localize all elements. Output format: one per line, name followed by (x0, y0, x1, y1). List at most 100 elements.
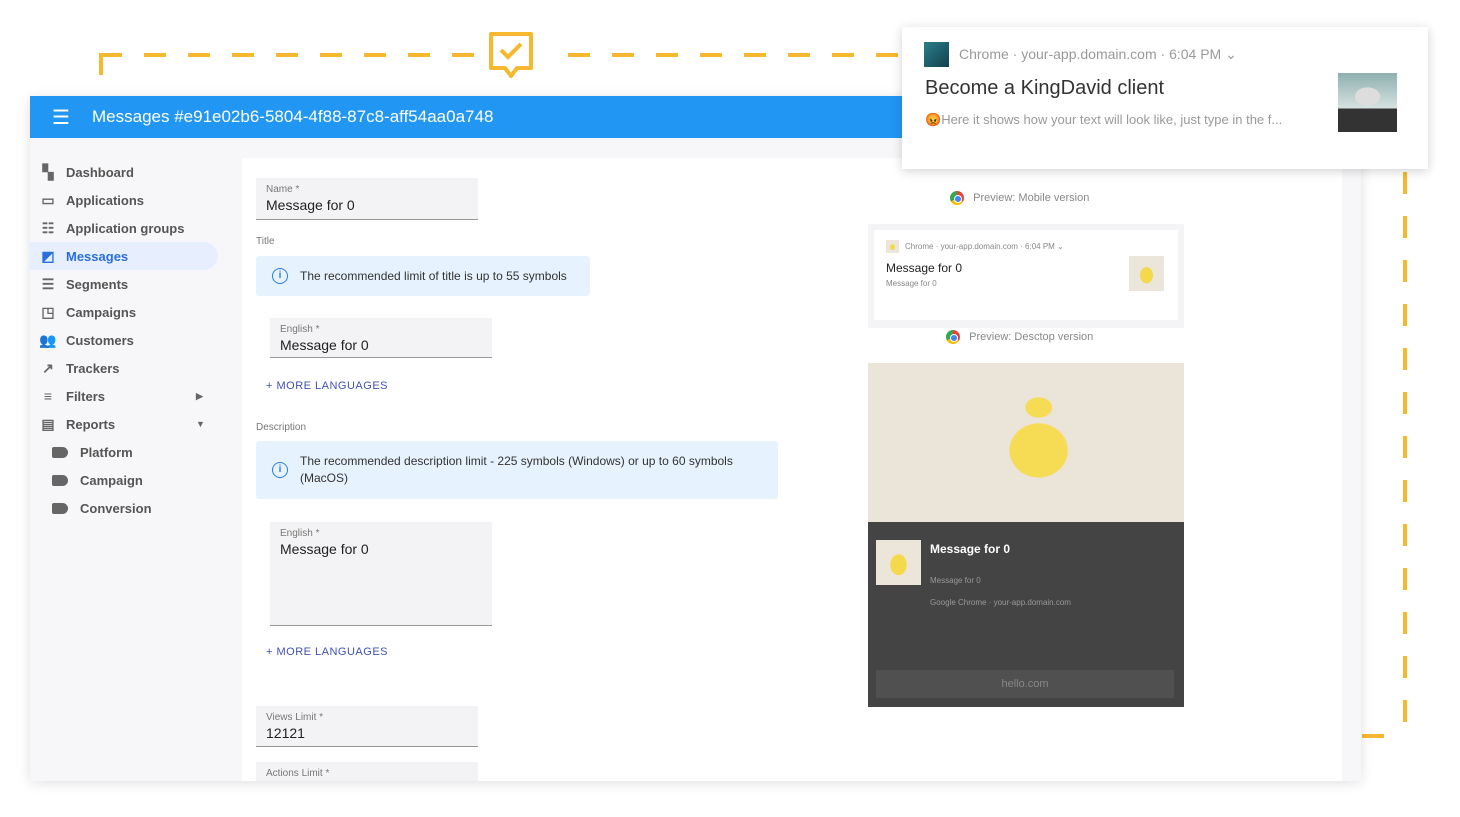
main-content: Name * Message for 0 Title i The recommend… (242, 158, 1342, 781)
clipboard-icon: ▤ (41, 416, 55, 432)
sidebar-item-conversion[interactable]: Conversion (30, 494, 242, 522)
sidebar-item-application-groups[interactable]: ☷ Application groups (30, 214, 242, 242)
sidebar-item-campaigns[interactable]: ◳ Campaigns (30, 298, 242, 326)
check-badge-icon (487, 30, 535, 82)
sidebar-item-platform[interactable]: Platform (30, 438, 242, 466)
sidebar-item-customers[interactable]: 👥 Customers (30, 326, 242, 354)
sidebar-item-label: Messages (66, 248, 129, 264)
field-label: Views Limit * (266, 712, 324, 723)
sidebar-item-applications[interactable]: ▭ Applications (30, 186, 242, 214)
description-section-label: Description (256, 422, 307, 433)
sidebar-item-label: Application groups (66, 220, 185, 236)
title-info-alert: i The recommended limit of title is up to… (256, 256, 590, 296)
desktop-preview-label: Preview: Desctop version (946, 330, 1093, 344)
field-label: Actions Limit * (266, 768, 330, 779)
field-value: Message for 0 (280, 337, 369, 353)
cast-icon: ◳ (41, 304, 55, 320)
field-value: Message for 0 (266, 197, 355, 213)
label-icon (52, 474, 68, 486)
menu-icon[interactable]: ☰ (30, 105, 92, 130)
notif-image (1338, 73, 1397, 132)
sidebar-item-label: Customers (66, 332, 134, 348)
notif-image (1129, 256, 1164, 291)
angry-emoji-icon: 😡 (925, 112, 942, 127)
notif-action-button[interactable]: hello.com (876, 670, 1174, 698)
trending-icon: ↗ (42, 360, 54, 376)
sidebar-item-dashboard[interactable]: ▚ Dashboard (30, 158, 242, 186)
monitor-icon: ▭ (41, 192, 55, 208)
info-text: The recommended description limit - 225 … (300, 454, 733, 485)
mobile-preview-label: Preview: Mobile version (950, 191, 1089, 205)
sidebar: ▚ Dashboard ▭ Applications ☷ Application gr… (30, 158, 242, 522)
message-image-icon: ◩ (41, 248, 55, 264)
page-title: Messages #e91e02b6-5804-4f88-87c8-aff54a… (92, 107, 494, 126)
label-text: Preview: Mobile version (973, 191, 1090, 204)
description-info-alert: i The recommended description limit - 225… (256, 441, 778, 499)
notif-image (876, 540, 921, 585)
notif-source: Google Chrome · your-app.domain.com (930, 598, 1071, 607)
field-value: Message for 0 (280, 541, 369, 557)
sidebar-item-campaign[interactable]: Campaign (30, 466, 242, 494)
more-languages-button[interactable]: + MORE LANGUAGES (266, 646, 388, 658)
sidebar-item-messages[interactable]: ◩ Messages (30, 242, 218, 270)
field-label: Name * (266, 184, 300, 195)
decor-dash (100, 53, 480, 57)
label-text: Preview: Desctop version (969, 330, 1094, 343)
notif-body: Message for 0 (930, 576, 981, 585)
description-english-field[interactable]: English * Message for 0 (270, 522, 492, 626)
notif-title: Message for 0 (886, 261, 963, 275)
field-value: 12121 (266, 725, 305, 741)
notif-source: Chrome · your-app.domain.com · 6:04 PM ⌄ (905, 242, 1064, 251)
tune-icon: ☰ (41, 276, 55, 292)
notif-body: Here it shows how your text will look li… (941, 112, 1283, 127)
notif-title: Message for 0 (930, 542, 1011, 556)
sidebar-item-label: Conversion (80, 500, 152, 516)
filter-icon: ≡ (43, 388, 53, 404)
sidebar-item-label: Applications (66, 192, 145, 208)
sidebar-item-label: Trackers (66, 360, 120, 376)
mobile-preview: Chrome · your-app.domain.com · 6:04 PM ⌄… (868, 224, 1184, 328)
decor-dash (1403, 172, 1407, 738)
title-english-field[interactable]: English * Message for 0 (270, 318, 492, 358)
app-window: ☰ Messages #e91e02b6-5804-4f88-87c8-aff5… (30, 96, 1361, 781)
sidebar-item-reports[interactable]: ▤ Reports ▼ (30, 410, 242, 438)
people-icon: 👥 (39, 332, 57, 348)
notification-popup: Chrome · your-app.domain.com · 6:04 PM ⌄… (902, 27, 1428, 169)
title-section-label: Title (256, 236, 275, 247)
notif-source: Chrome · your-app.domain.com · 6:04 PM ⌄ (959, 46, 1237, 62)
sidebar-item-label: Filters (66, 388, 106, 404)
sidebar-item-segments[interactable]: ☰ Segments (30, 270, 242, 298)
hero-image (868, 363, 1184, 522)
name-field[interactable]: Name * Message for 0 (256, 178, 478, 220)
sidebar-item-label: Segments (66, 276, 129, 292)
info-icon: i (272, 268, 288, 284)
sidebar-item-label: Reports (66, 416, 116, 432)
actions-limit-field[interactable]: Actions Limit *121212 (256, 762, 478, 781)
notif-body: Message for 0 (886, 279, 937, 288)
sidebar-item-filters[interactable]: ≡ Filters ▶ (30, 382, 242, 410)
sidebar-item-label: Platform (80, 444, 133, 460)
info-text: The recommended limit of title is up to … (300, 269, 567, 283)
sidebar-item-trackers[interactable]: ↗ Trackers (30, 354, 242, 382)
list-icon: ☷ (41, 220, 55, 236)
chevron-right-icon: ▶ (196, 390, 203, 401)
notif-title: Become a KingDavid client (925, 77, 1165, 99)
chrome-icon (950, 191, 964, 205)
chrome-icon (946, 330, 960, 344)
chevron-down-icon: ▼ (196, 419, 205, 429)
app-icon (924, 42, 949, 67)
label-icon (52, 446, 68, 458)
label-icon (52, 502, 68, 514)
decor-dash (1362, 734, 1406, 738)
decor-dash (568, 53, 902, 57)
sidebar-item-label: Dashboard (66, 164, 134, 180)
desktop-preview: Message for 0 Message for 0 Google Chrom… (868, 363, 1184, 707)
decor-dash (99, 53, 103, 95)
info-icon: i (272, 462, 288, 478)
sidebar-item-label: Campaigns (66, 304, 137, 320)
more-languages-button[interactable]: + MORE LANGUAGES (266, 380, 388, 392)
app-icon (886, 240, 899, 253)
sidebar-item-label: Campaign (80, 472, 143, 488)
dashboard-icon: ▚ (42, 164, 54, 180)
views-limit-field[interactable]: Views Limit * 12121 (256, 706, 478, 747)
